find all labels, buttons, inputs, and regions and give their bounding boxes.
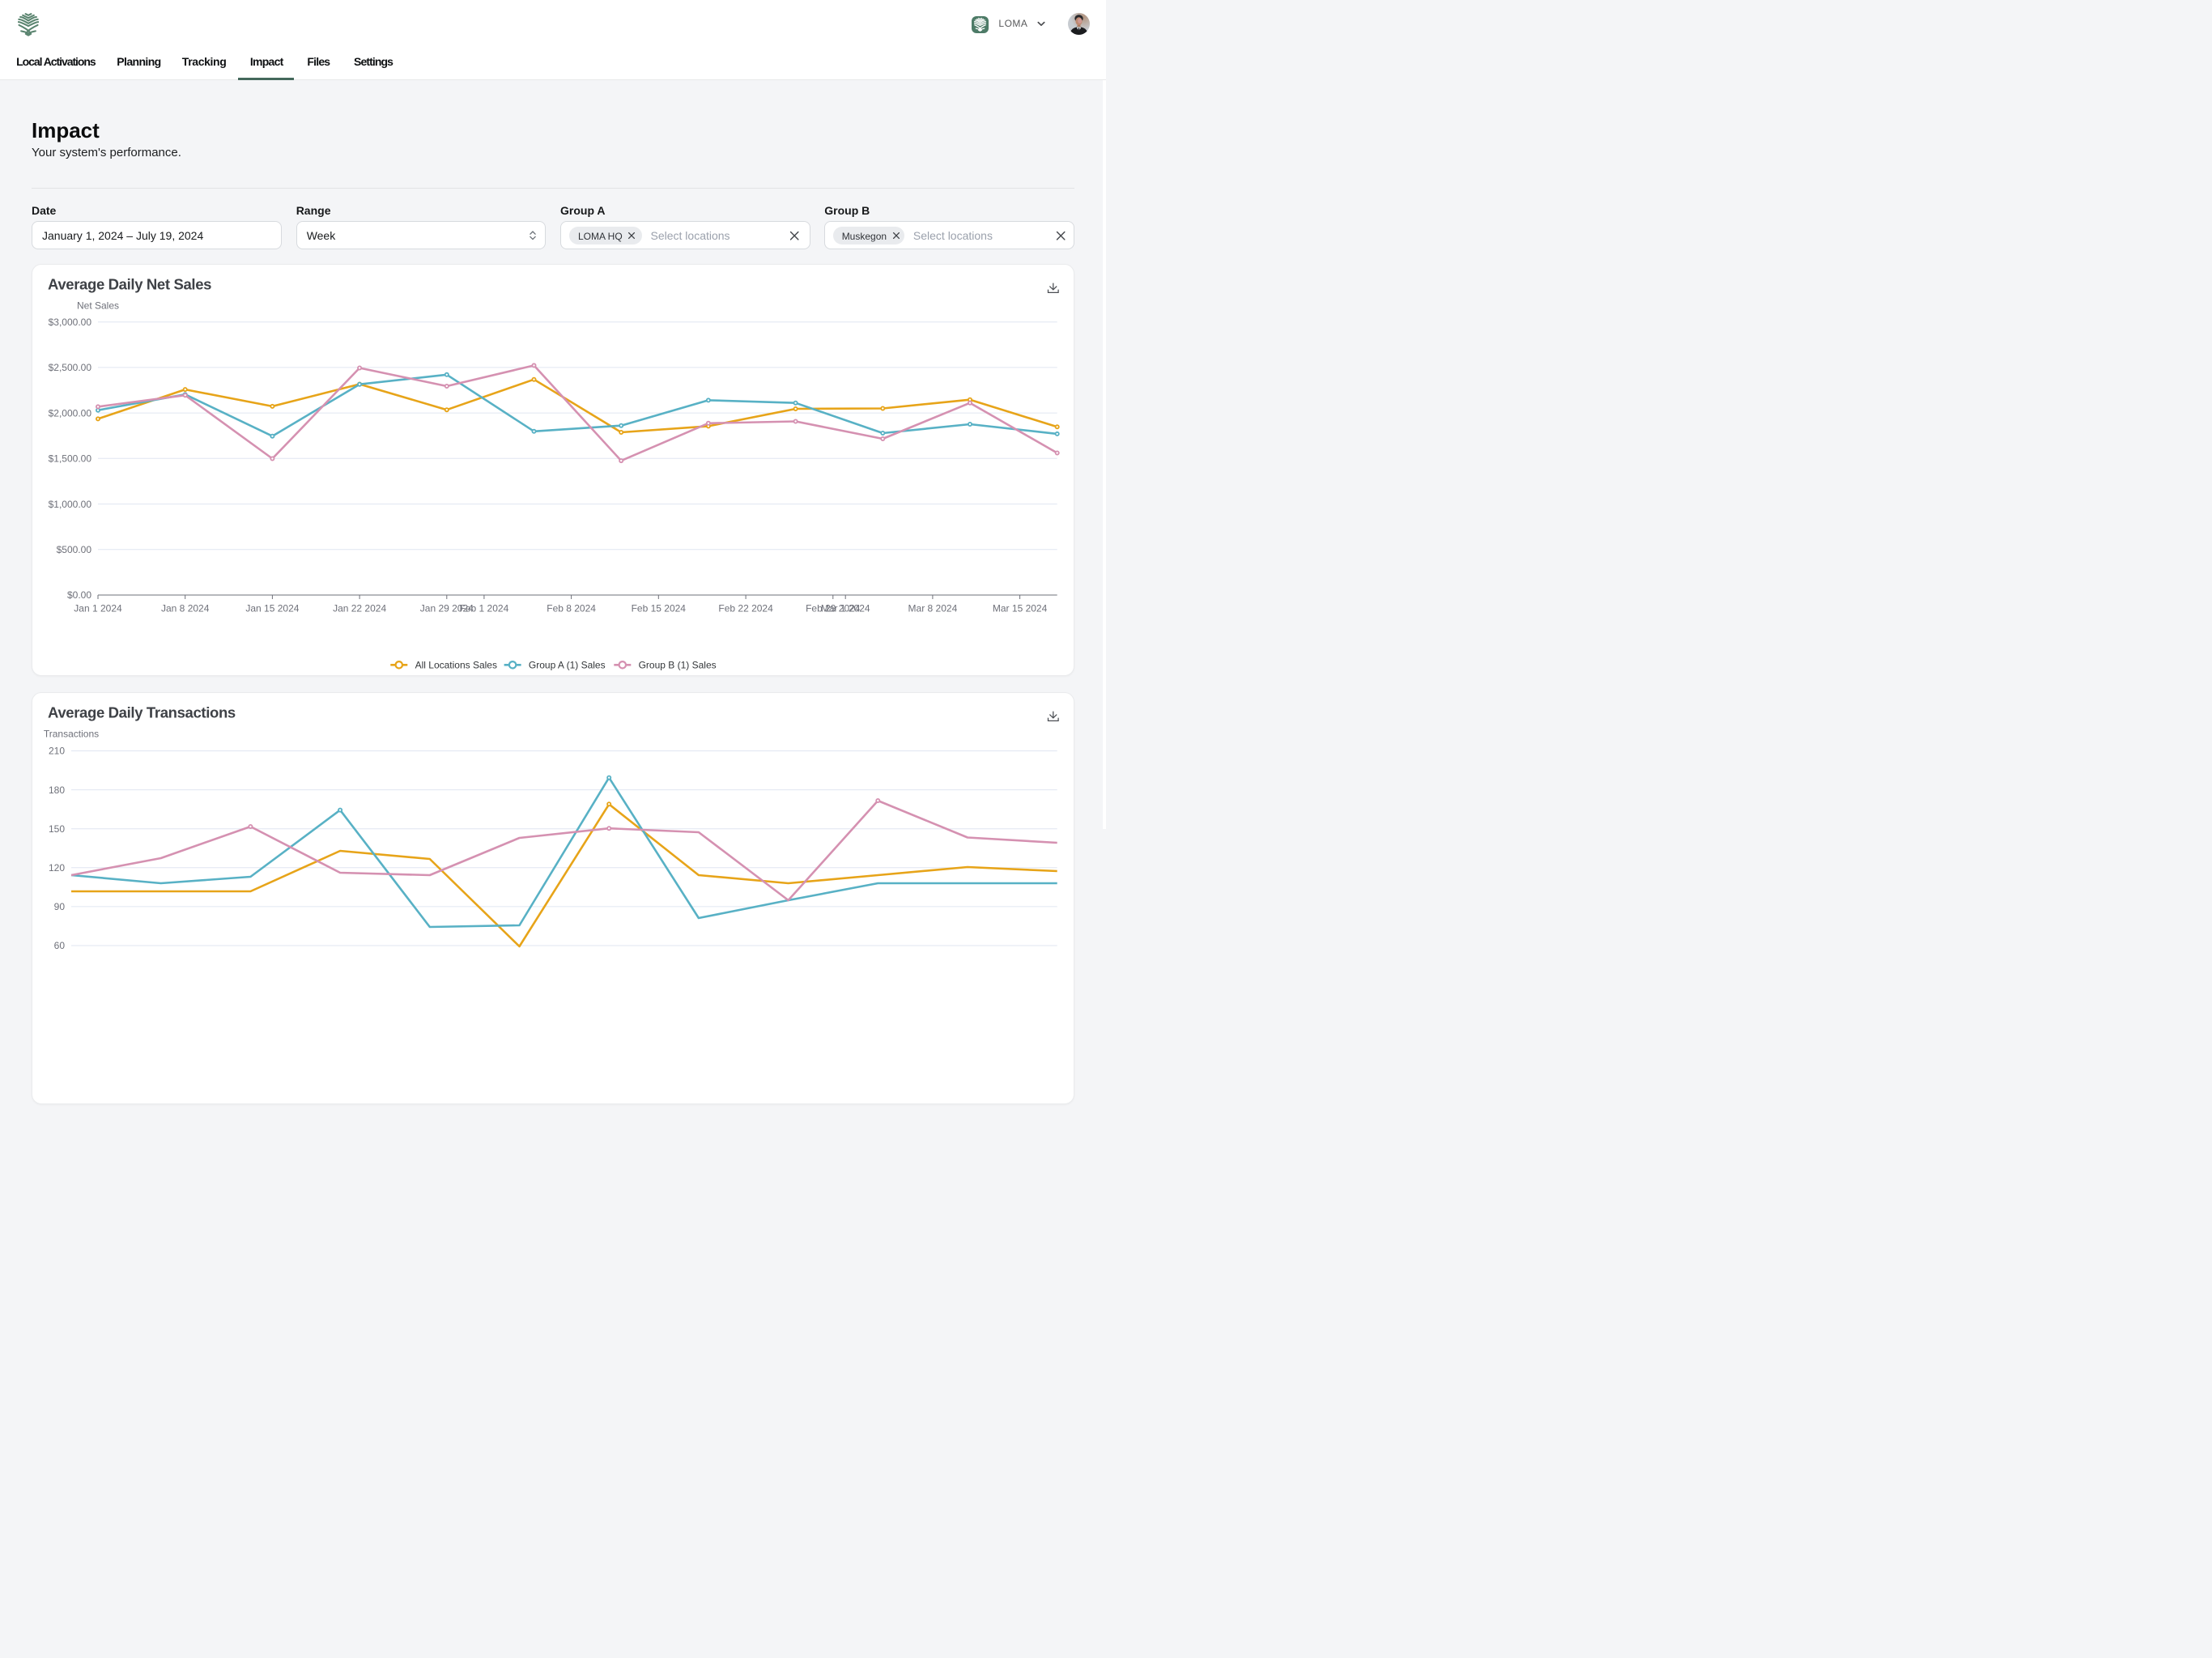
svg-text:60: 60 — [54, 940, 66, 951]
svg-text:Mar 15 2024: Mar 15 2024 — [993, 603, 1048, 614]
svg-text:Jan 22 2024: Jan 22 2024 — [333, 603, 386, 614]
svg-text:Jan 1 2024: Jan 1 2024 — [74, 603, 122, 614]
svg-text:Feb 22 2024: Feb 22 2024 — [718, 603, 773, 614]
svg-text:All Locations Sales: All Locations Sales — [415, 660, 497, 671]
svg-text:Mar 1 2024: Mar 1 2024 — [821, 603, 870, 614]
svg-text:180: 180 — [49, 784, 65, 796]
svg-text:$2,500.00: $2,500.00 — [49, 362, 92, 373]
svg-text:Average Daily Net Sales: Average Daily Net Sales — [48, 276, 211, 293]
svg-text:$1,000.00: $1,000.00 — [49, 499, 92, 510]
svg-text:Feb 15 2024: Feb 15 2024 — [632, 603, 687, 614]
svg-text:150: 150 — [49, 823, 65, 835]
svg-text:Group A (1) Sales: Group A (1) Sales — [529, 660, 606, 671]
svg-text:Transactions: Transactions — [44, 729, 99, 740]
svg-text:Net Sales: Net Sales — [77, 300, 119, 312]
svg-text:Mar 8 2024: Mar 8 2024 — [908, 603, 958, 614]
svg-text:120: 120 — [49, 862, 65, 874]
svg-text:Jan 8 2024: Jan 8 2024 — [161, 603, 210, 614]
svg-text:$3,000.00: $3,000.00 — [49, 317, 92, 328]
svg-text:210: 210 — [49, 746, 65, 757]
svg-text:$2,000.00: $2,000.00 — [49, 407, 92, 419]
svg-text:$500.00: $500.00 — [57, 544, 92, 555]
svg-text:Feb 1 2024: Feb 1 2024 — [460, 603, 509, 614]
svg-text:Average Daily Transactions: Average Daily Transactions — [48, 704, 236, 721]
svg-text:90: 90 — [54, 901, 66, 912]
svg-text:Group B (1) Sales: Group B (1) Sales — [639, 660, 717, 671]
svg-text:Feb 8 2024: Feb 8 2024 — [547, 603, 596, 614]
svg-text:$0.00: $0.00 — [67, 589, 91, 601]
svg-text:$1,500.00: $1,500.00 — [49, 453, 92, 465]
svg-text:Jan 15 2024: Jan 15 2024 — [245, 603, 299, 614]
